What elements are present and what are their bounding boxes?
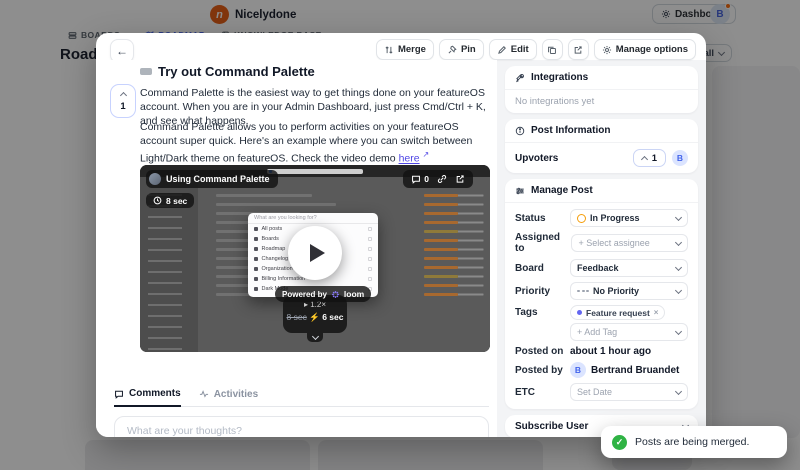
toast-notification: ✓ Posts are being merged. <box>601 426 787 458</box>
plug-icon <box>516 73 524 82</box>
chevron-up-icon <box>640 155 648 163</box>
manage-post-card: Manage Post Status In Progress Assigned … <box>505 179 698 409</box>
chevron-down-icon <box>674 263 683 271</box>
external-arrow-icon: ↗ <box>422 150 430 160</box>
etc-label: ETC <box>515 386 535 398</box>
priority-label: Priority <box>515 285 551 297</box>
copy-icon <box>548 46 557 54</box>
video-collapse-button[interactable] <box>307 332 323 342</box>
video-author-avatar <box>149 173 161 185</box>
chevron-down-icon <box>674 213 683 221</box>
chevron-down-icon <box>674 238 683 246</box>
chevron-down-icon <box>674 286 683 294</box>
success-check-icon: ✓ <box>612 434 627 450</box>
url-bar <box>267 169 363 174</box>
integrations-title: Integrations <box>531 72 589 83</box>
video-demo-link[interactable]: here <box>399 153 420 165</box>
manage-post-title: Manage Post <box>531 185 593 196</box>
tag-chip-feature-request[interactable]: Feature request × <box>570 305 666 320</box>
chevron-down-icon <box>674 327 683 335</box>
pin-button[interactable]: Pin <box>438 39 484 60</box>
gear-icon <box>602 45 611 54</box>
posted-by-value: Bertrand Bruandet <box>591 364 680 376</box>
upvoters-count-button[interactable]: 1 <box>632 149 666 167</box>
link-icon[interactable] <box>437 174 447 184</box>
command-palette-search: What are you looking for? <box>248 213 378 224</box>
powered-by-loom-badge: Powered by loom <box>275 286 372 302</box>
edit-button[interactable]: Edit <box>488 39 537 60</box>
chevron-down-icon <box>311 332 319 341</box>
video-play-button[interactable] <box>288 226 342 280</box>
posted-by-label: Posted by <box>515 364 563 376</box>
clock-icon <box>153 196 162 205</box>
activity-icon <box>199 390 208 398</box>
tab-activities[interactable]: Activities <box>199 388 258 406</box>
chat-icon <box>412 175 421 184</box>
post-content: Try out Command Palette 1 Command Palett… <box>96 60 497 437</box>
remove-tag-icon[interactable]: × <box>654 308 659 317</box>
comment-input-wrapper <box>114 416 489 437</box>
chevron-up-icon <box>119 91 127 99</box>
tag-dot-icon <box>577 310 582 315</box>
comment-input[interactable] <box>115 417 488 437</box>
author-avatar: B <box>570 362 586 378</box>
upvoters-label: Upvoters <box>515 152 559 164</box>
board-label: Board <box>515 262 544 274</box>
pin-icon <box>448 45 457 53</box>
chevron-down-icon <box>674 387 683 395</box>
post-detail-modal: ← Merge Pin Edit Manage options Try out … <box>96 33 706 437</box>
posted-on-label: Posted on <box>515 346 564 357</box>
board-select[interactable]: Feedback <box>570 259 688 277</box>
merge-button[interactable]: Merge <box>375 39 434 60</box>
assigned-to-label: Assigned to <box>515 232 561 254</box>
info-icon <box>515 126 525 135</box>
upvote-button[interactable]: 1 <box>110 84 136 118</box>
post-paragraph-2: Command Palette allows you to perform ac… <box>140 121 473 165</box>
manage-options-button[interactable]: Manage options <box>593 39 696 60</box>
lightning-icon: ⚡ <box>309 312 320 322</box>
pencil-icon <box>497 45 506 54</box>
modal-header: ← Merge Pin Edit Manage options <box>96 33 706 63</box>
comment-tabs: Comments Activities <box>114 388 489 407</box>
upvoter-avatar[interactable]: B <box>672 150 688 166</box>
integrations-empty-text: No integrations yet <box>515 96 595 107</box>
chat-icon <box>115 390 123 399</box>
play-icon <box>310 244 325 262</box>
tags-label: Tags <box>515 307 538 318</box>
priority-select[interactable]: No Priority <box>570 282 688 300</box>
video-comments-button[interactable]: 0 <box>411 174 429 184</box>
merge-icon <box>385 46 393 53</box>
upvote-count: 1 <box>120 100 126 112</box>
sliders-icon <box>516 187 524 194</box>
video-title-pill: Using Command Palette <box>146 170 278 188</box>
toast-message: Posts are being merged. <box>635 436 750 448</box>
no-priority-icon <box>577 290 589 292</box>
app-root: n Nicelydone Dashboard B BOARDS ROADMAP … <box>0 0 800 470</box>
copy-button[interactable] <box>541 39 563 60</box>
modal-toolbar: Merge Pin Edit Manage options <box>375 39 696 60</box>
status-label: Status <box>515 212 546 224</box>
post-information-title: Post Information <box>531 125 611 136</box>
assignee-select[interactable]: + Select assignee <box>571 234 688 252</box>
external-link-icon <box>574 45 582 54</box>
share-icon[interactable] <box>455 174 465 184</box>
post-information-card: Post Information Upvoters 1 B <box>505 119 698 173</box>
loom-logo-icon <box>332 290 339 298</box>
status-select[interactable]: In Progress <box>570 209 688 227</box>
video-controls-pill: 0 <box>403 170 473 188</box>
posted-on-value: about 1 hour ago <box>570 346 652 357</box>
integrations-card: Integrations No integrations yet <box>505 66 698 113</box>
back-arrow-icon: ← <box>116 44 128 58</box>
etc-date-select[interactable]: Set Date <box>570 383 688 401</box>
add-tag-select[interactable]: + Add Tag <box>570 323 688 341</box>
video-duration-pill: 8 sec <box>146 193 195 208</box>
open-external-button[interactable] <box>567 39 589 60</box>
loom-video-embed[interactable]: What are you looking for? All posts Boar… <box>140 165 490 352</box>
in-progress-status-icon <box>577 213 586 223</box>
post-title: Try out Command Palette <box>140 64 315 79</box>
merged-post-icon <box>140 68 152 75</box>
tab-comments[interactable]: Comments <box>114 388 181 407</box>
post-sidebar: Integrations No integrations yet Post In… <box>497 60 706 437</box>
